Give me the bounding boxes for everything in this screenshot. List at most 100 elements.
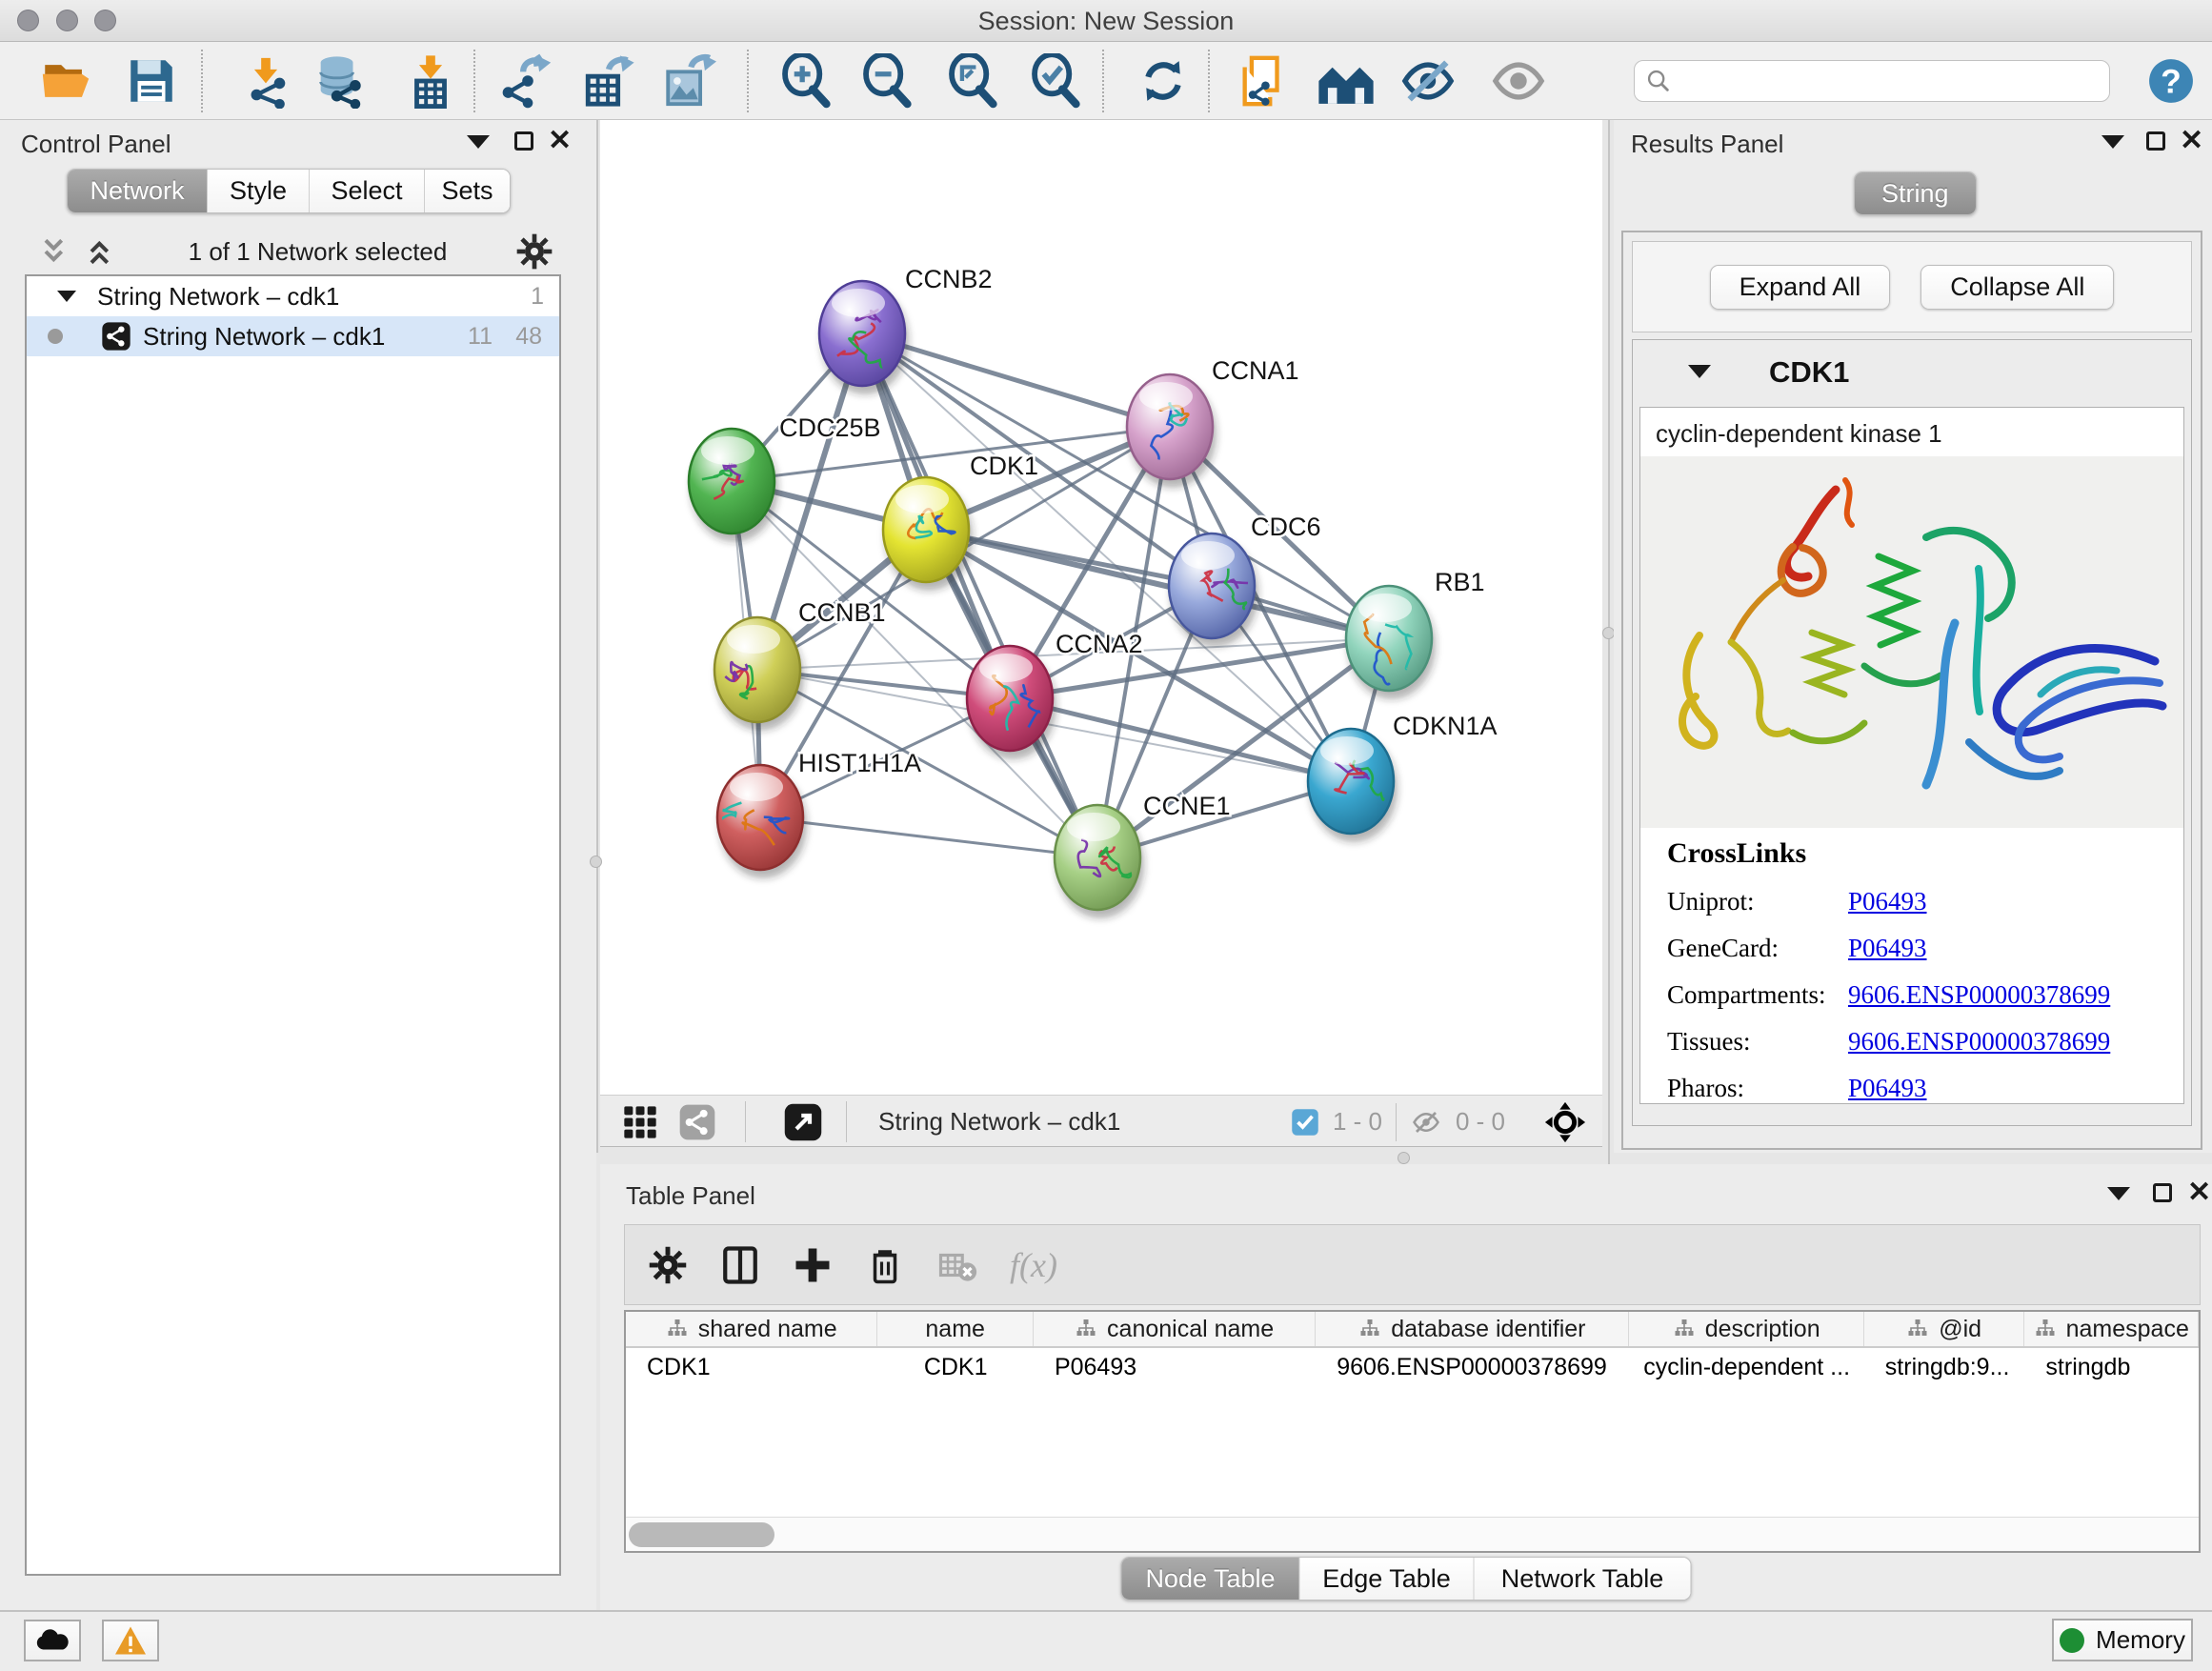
birds-eye-view-icon[interactable] <box>621 1103 659 1141</box>
column-header-name[interactable]: name <box>877 1312 1034 1346</box>
table-row[interactable]: CDK1CDK1P064939606.ENSP00000378699cyclin… <box>626 1348 2199 1386</box>
control-panel-float-icon[interactable] <box>514 131 533 151</box>
warning-button[interactable] <box>102 1620 159 1661</box>
control-panel-close-icon[interactable]: ✕ <box>548 131 572 151</box>
network-edge[interactable] <box>760 817 1097 857</box>
network-row[interactable]: String Network – cdk1 11 48 <box>27 316 559 356</box>
column-header-shared-name[interactable]: shared name <box>626 1312 877 1346</box>
control-panel-menu-icon[interactable] <box>467 135 490 149</box>
first-neighbors-icon[interactable] <box>1317 53 1376 109</box>
export-table-icon[interactable] <box>581 53 636 109</box>
function-builder-icon[interactable]: f(x) <box>1010 1245 1057 1285</box>
crosslink-value-link[interactable]: 9606.ENSP00000378699 <box>1848 1027 2110 1057</box>
column-header-canonical-name[interactable]: canonical name <box>1034 1312 1316 1346</box>
table-cell[interactable]: P06493 <box>1034 1348 1316 1386</box>
column-header-description[interactable]: description <box>1629 1312 1863 1346</box>
table-cell[interactable]: CDK1 <box>877 1348 1034 1386</box>
fit-content-icon[interactable] <box>1543 1100 1587 1144</box>
table-panel-float-icon[interactable] <box>2153 1183 2172 1202</box>
hidden-count: 0 - 0 <box>1456 1107 1505 1137</box>
scrollbar-thumb[interactable] <box>629 1522 774 1547</box>
selected-count: 1 - 0 <box>1333 1107 1382 1137</box>
toolbar-separator <box>846 1101 847 1142</box>
cdk1-expander-icon[interactable] <box>1688 365 1711 378</box>
zoom-out-icon[interactable] <box>860 53 915 109</box>
network-overview-icon[interactable] <box>678 1103 716 1141</box>
table-cell[interactable]: CDK1 <box>626 1348 877 1386</box>
zoom-selected-icon[interactable] <box>1029 53 1084 109</box>
hide-selected-icon[interactable] <box>1400 53 1456 109</box>
table-cell[interactable]: 9606.ENSP00000378699 <box>1316 1348 1629 1386</box>
network-node-CDKN1A[interactable]: CDKN1A <box>1308 712 1498 842</box>
crosslink-value-link[interactable]: P06493 <box>1848 1074 1927 1103</box>
crosslink-value-link[interactable]: P06493 <box>1848 934 1927 963</box>
tab-sets[interactable]: Sets <box>424 170 510 212</box>
results-panel-close-icon[interactable]: ✕ <box>2180 131 2203 151</box>
import-database-icon[interactable] <box>312 53 367 109</box>
expand-all-button[interactable]: Expand All <box>1710 265 1891 310</box>
tab-style[interactable]: Style <box>207 170 309 212</box>
table-panel-close-icon[interactable]: ✕ <box>2187 1183 2211 1202</box>
search-input[interactable] <box>1634 60 2110 102</box>
help-icon[interactable]: ? <box>2147 57 2195 105</box>
expand-all-icon[interactable] <box>82 235 120 268</box>
delete-table-icon[interactable] <box>937 1245 977 1285</box>
horizontal-splitter-handle[interactable] <box>1398 1152 1410 1164</box>
crosslink-value-link[interactable]: P06493 <box>1848 887 1927 916</box>
clone-network-icon[interactable] <box>1236 53 1291 109</box>
add-column-icon[interactable] <box>720 1245 760 1285</box>
memory-label: Memory <box>2096 1625 2185 1655</box>
column-header-namespace[interactable]: namespace <box>2024 1312 2199 1346</box>
tab-select[interactable]: Select <box>309 170 424 212</box>
network-node-CDC6[interactable]: CDC6 <box>1169 513 1321 647</box>
tab-string[interactable]: String <box>1855 172 1976 214</box>
tab-edge-table[interactable]: Edge Table <box>1299 1558 1474 1600</box>
table-gear-icon[interactable] <box>648 1245 688 1285</box>
status-bar: Memory <box>0 1610 2212 1671</box>
network-node-CCNB2[interactable]: CCNB2 <box>819 265 993 394</box>
open-file-icon[interactable] <box>38 53 93 109</box>
zoom-fit-icon[interactable] <box>946 53 1001 109</box>
memory-button[interactable]: Memory <box>2052 1619 2193 1661</box>
network-node-HIST1H1A[interactable]: HIST1H1A <box>717 749 921 878</box>
right-splitter[interactable] <box>1608 120 1610 1164</box>
table-cell[interactable]: stringdb <box>2024 1348 2199 1386</box>
column-header--id[interactable]: @id <box>1864 1312 2025 1346</box>
export-network-icon[interactable] <box>500 53 555 109</box>
crosslink-label: Pharos: <box>1667 1074 1848 1103</box>
cloud-button[interactable] <box>24 1620 81 1661</box>
network-edge[interactable] <box>862 333 1097 857</box>
left-splitter-handle[interactable] <box>590 856 602 868</box>
add-row-icon[interactable] <box>793 1245 833 1285</box>
show-all-icon[interactable] <box>1491 53 1546 109</box>
import-network-icon[interactable] <box>238 53 293 109</box>
table-panel-menu-icon[interactable] <box>2107 1187 2130 1200</box>
table-horizontal-scrollbar[interactable] <box>626 1517 2199 1551</box>
node-label-RB1: RB1 <box>1435 568 1485 596</box>
tab-network-table[interactable]: Network Table <box>1474 1558 1691 1600</box>
detach-view-icon[interactable] <box>783 1102 823 1142</box>
results-panel-float-icon[interactable] <box>2146 131 2165 151</box>
refresh-icon[interactable] <box>1139 53 1187 109</box>
tree-expander-icon[interactable] <box>57 291 76 302</box>
collapse-all-icon[interactable] <box>36 235 74 268</box>
column-header-database-identifier[interactable]: database identifier <box>1316 1312 1629 1346</box>
delete-icon[interactable] <box>865 1245 905 1285</box>
import-table-icon[interactable] <box>403 53 458 109</box>
crosslink-value-link[interactable]: 9606.ENSP00000378699 <box>1848 980 2110 1010</box>
network-node-CCNE1[interactable]: CCNE1 <box>1055 792 1231 918</box>
table-cell[interactable]: cyclin-dependent ... <box>1629 1348 1863 1386</box>
save-session-icon[interactable] <box>124 53 179 109</box>
network-canvas[interactable]: CCNB2CCNA1CDC25BCDK1CDC6RB1CCNB1CCNA2CDK… <box>600 120 1602 1095</box>
export-image-icon[interactable] <box>661 53 716 109</box>
collapse-all-button[interactable]: Collapse All <box>1920 265 2114 310</box>
gear-icon[interactable] <box>515 232 553 271</box>
tab-node-table[interactable]: Node Table <box>1122 1558 1299 1600</box>
tab-network[interactable]: Network <box>68 170 207 212</box>
network-collection-row[interactable]: String Network – cdk1 1 <box>27 276 559 316</box>
network-node-RB1[interactable]: RB1 <box>1346 568 1485 699</box>
results-panel-menu-icon[interactable] <box>2101 135 2124 149</box>
zoom-in-icon[interactable] <box>779 53 835 109</box>
table-cell[interactable]: stringdb:9... <box>1864 1348 2025 1386</box>
left-splitter[interactable] <box>596 120 598 1153</box>
